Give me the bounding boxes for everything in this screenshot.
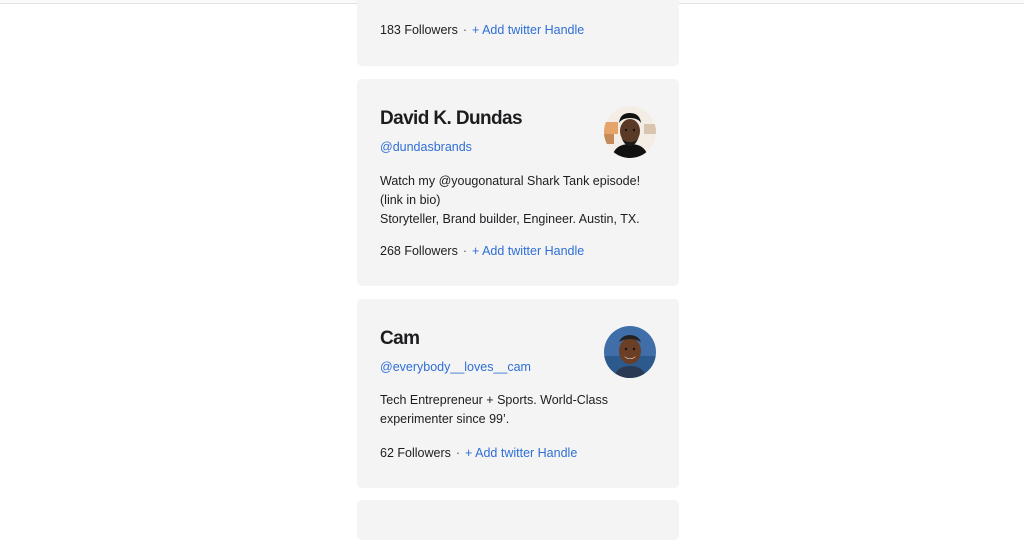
card-footer: 183 Followers · + Add twitter Handle [380, 23, 584, 37]
profile-name[interactable]: David K. Dundas [380, 108, 523, 130]
bio-line: Tech Entrepreneur + Sports. World-Class [380, 393, 608, 407]
separator-dot: · [462, 244, 467, 258]
separator-dot: · [455, 446, 461, 460]
profile-card: Cam @everybody__loves__cam Tech Entrepre… [357, 299, 679, 488]
bio-line: experimenter since 99’. [380, 412, 510, 427]
followers-count: 268 Followers [380, 244, 458, 258]
bio-line: Watch my @yougonatural Shark Tank episod… [380, 174, 641, 188]
profile-name[interactable]: Cam [380, 328, 420, 350]
profile-bio: Tech Entrepreneur + Sports. World-Class … [380, 391, 660, 429]
profile-card: 183 Followers · + Add twitter Handle [357, 0, 679, 66]
avatar[interactable] [604, 326, 656, 378]
card-footer: 62 Followers · + Add twitter Handle [380, 446, 577, 460]
card-footer: 268 Followers · + Add twitter Handle [380, 244, 584, 258]
bio-line: (link in bio) [380, 193, 441, 208]
avatar-image [604, 106, 656, 158]
profile-bio: Watch my @yougonatural Shark Tank episod… [380, 172, 660, 230]
profile-card: David K. Dundas @dundasbrands Watch my @… [357, 79, 679, 286]
followers-count: 62 Followers [380, 446, 451, 460]
avatar[interactable] [604, 106, 656, 158]
profile-card [357, 500, 679, 540]
separator-dot: · [462, 23, 467, 37]
add-twitter-handle-link[interactable]: + Add twitter Handle [472, 244, 584, 258]
profile-handle[interactable]: @everybody__loves__cam [380, 360, 531, 374]
followers-count: 183 Followers [380, 23, 458, 37]
bio-line: Storyteller, Brand builder, Engineer. Au… [380, 212, 640, 227]
profile-handle[interactable]: @dundasbrands [380, 140, 472, 154]
add-twitter-handle-link[interactable]: + Add twitter Handle [465, 446, 577, 460]
add-twitter-handle-link[interactable]: + Add twitter Handle [472, 23, 584, 37]
avatar-image [604, 326, 656, 378]
